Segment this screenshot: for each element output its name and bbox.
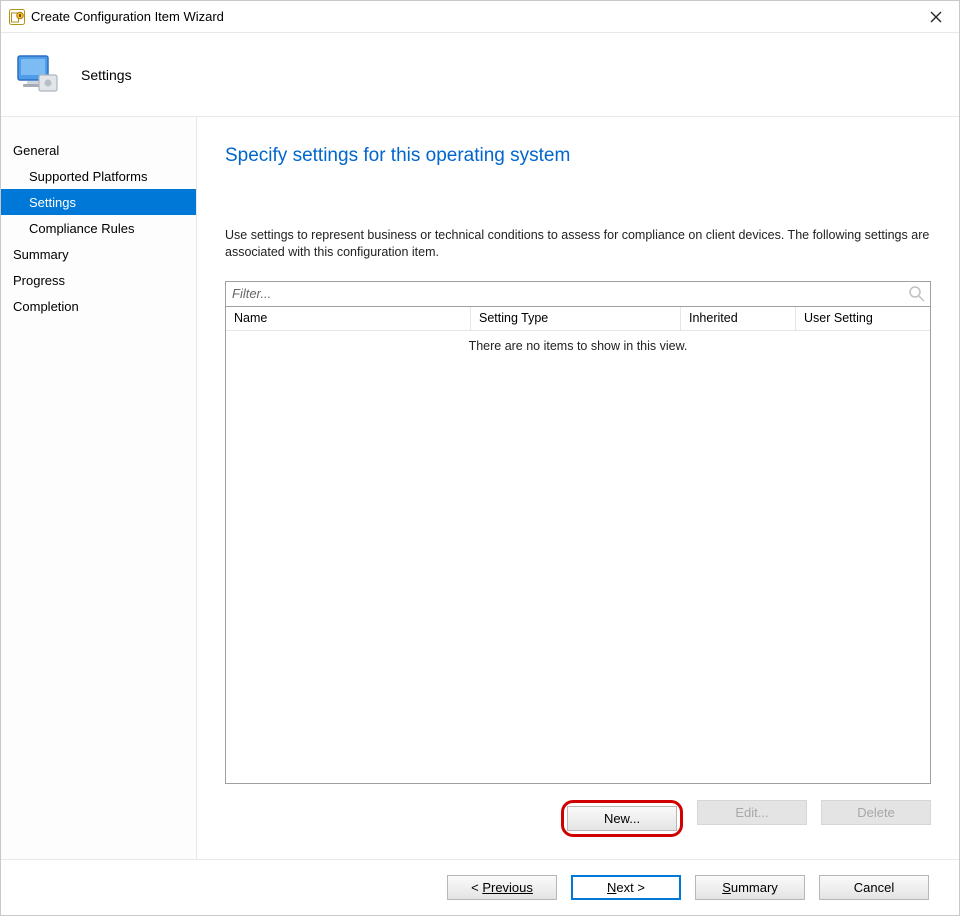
search-icon [908, 285, 926, 303]
monitor-icon [13, 51, 61, 99]
next-label: Next > [607, 880, 645, 895]
next-button[interactable]: Next > [571, 875, 681, 900]
table-header: Name Setting Type Inherited User Setting [226, 307, 930, 331]
nav-label: Compliance Rules [29, 221, 135, 236]
nav-item-summary[interactable]: Summary [1, 241, 196, 267]
table-body: There are no items to show in this view. [226, 331, 930, 783]
app-icon [9, 9, 25, 25]
edit-button: Edit... [697, 800, 807, 825]
filter-input[interactable] [226, 283, 908, 305]
banner: Settings [1, 33, 959, 117]
new-button[interactable]: New... [567, 806, 677, 831]
col-setting-type[interactable]: Setting Type [471, 307, 681, 330]
delete-button: Delete [821, 800, 931, 825]
prev-label: Previous [482, 880, 533, 895]
nav-item-supported-platforms[interactable]: Supported Platforms [1, 163, 196, 189]
nav-label: Supported Platforms [29, 169, 148, 184]
table-action-row: New... Edit... Delete [225, 784, 931, 841]
close-button[interactable] [913, 1, 959, 32]
nav-label: General [13, 143, 59, 158]
nav-label: Completion [13, 299, 79, 314]
dialog-window: Create Configuration Item Wizard Setting… [0, 0, 960, 916]
nav-item-general[interactable]: General [1, 137, 196, 163]
previous-button[interactable]: < Previous [447, 875, 557, 900]
nav-item-completion[interactable]: Completion [1, 293, 196, 319]
body: General Supported Platforms Settings Com… [1, 117, 959, 859]
page-description: Use settings to represent business or te… [225, 227, 931, 261]
nav-item-compliance-rules[interactable]: Compliance Rules [1, 215, 196, 241]
empty-message: There are no items to show in this view. [226, 331, 930, 353]
nav-item-settings[interactable]: Settings [1, 189, 196, 215]
col-name[interactable]: Name [226, 307, 471, 330]
cancel-button[interactable]: Cancel [819, 875, 929, 900]
banner-label: Settings [81, 67, 132, 83]
col-user-setting[interactable]: User Setting [796, 307, 930, 330]
filter-box [225, 281, 931, 307]
highlight-ring: New... [561, 800, 683, 837]
close-icon [930, 11, 942, 23]
titlebar: Create Configuration Item Wizard [1, 1, 959, 33]
content-area: Specify settings for this operating syst… [197, 117, 959, 859]
summary-button[interactable]: Summary [695, 875, 805, 900]
summary-label: Summary [722, 880, 778, 895]
page-heading: Specify settings for this operating syst… [225, 145, 931, 167]
nav-label: Summary [13, 247, 69, 262]
nav-label: Progress [13, 273, 65, 288]
nav-label: Settings [29, 195, 76, 210]
col-inherited[interactable]: Inherited [681, 307, 796, 330]
settings-table: Name Setting Type Inherited User Setting… [225, 307, 931, 784]
window-title: Create Configuration Item Wizard [31, 9, 913, 24]
nav-item-progress[interactable]: Progress [1, 267, 196, 293]
wizard-footer: < Previous Next > Summary Cancel [1, 859, 959, 915]
wizard-sidebar: General Supported Platforms Settings Com… [1, 117, 197, 859]
